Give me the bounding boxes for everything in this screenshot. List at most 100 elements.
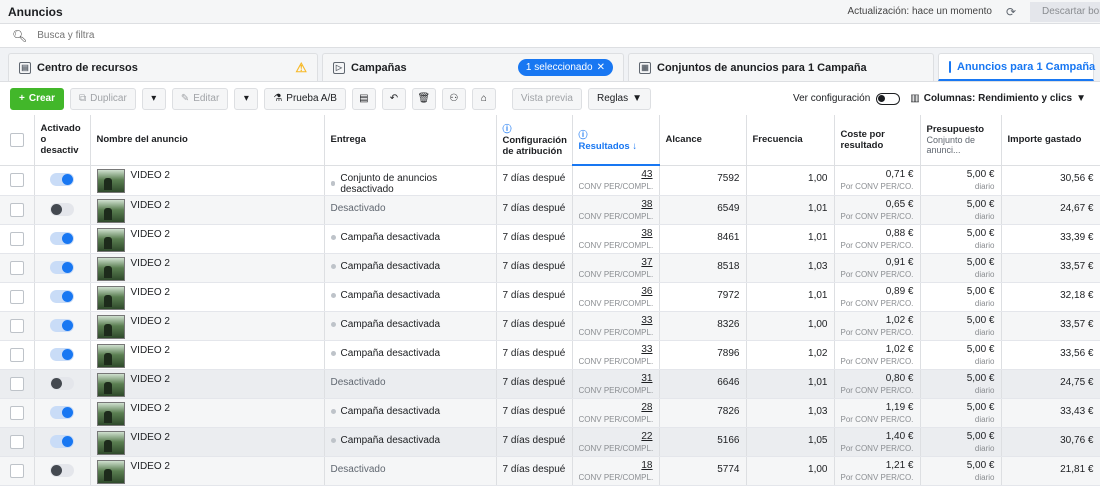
ad-name[interactable]: VIDEO 2 [131,431,170,455]
row-checkbox[interactable] [9,231,24,246]
col-results[interactable]: ⓘ Resultados ↓ [572,115,660,166]
results-value[interactable]: 22 [579,431,652,442]
results-value[interactable]: 37 [579,257,652,268]
ad-thumbnail[interactable] [96,459,125,484]
search-input[interactable] [37,30,438,41]
ad-name[interactable]: VIDEO 2 [131,199,170,223]
status-toggle[interactable] [50,260,74,274]
row-checkbox[interactable] [9,172,24,187]
edit-dropdown[interactable]: ▾ [234,87,259,110]
status-toggle[interactable] [50,318,74,332]
results-value[interactable]: 38 [579,228,652,239]
status-toggle[interactable] [50,376,74,390]
col-reach[interactable]: Alcance [659,115,747,166]
ad-thumbnail[interactable] [96,198,125,223]
clipboard-button[interactable]: ▤ [351,87,376,110]
row-checkbox[interactable] [9,376,24,391]
status-toggle[interactable] [50,202,74,216]
status-toggle[interactable] [50,231,74,245]
results-value[interactable]: 18 [579,460,652,471]
results-value[interactable]: 31 [579,373,652,384]
tab-resources[interactable]: ▤ Centro de recursos ⚠ [8,53,318,81]
status-toggle[interactable] [50,463,74,477]
ad-thumbnail[interactable] [96,343,125,368]
duplicate-button[interactable]: ⧉ Duplicar [69,87,136,110]
status-toggle[interactable] [50,347,74,361]
ad-name[interactable]: VIDEO 2 [131,286,170,310]
status-toggle[interactable] [50,405,74,419]
ad-thumbnail[interactable] [96,227,125,252]
view-config-toggle[interactable] [876,92,901,105]
row-checkbox[interactable] [9,260,24,275]
tab-ads[interactable]: Anuncios para 1 Campaña [938,53,1095,81]
edit-button[interactable]: ✎ Editar [171,87,229,110]
ad-thumbnail[interactable] [96,401,125,426]
row-checkbox[interactable] [9,347,24,362]
ad-thumbnail[interactable] [96,430,125,455]
table-row[interactable]: VIDEO 2 Desactivado 7 días despué... 38CONV… [0,195,1100,225]
row-checkbox[interactable] [9,318,24,333]
results-value[interactable]: 28 [579,402,652,413]
results-value[interactable]: 36 [579,286,652,297]
table-row[interactable]: VIDEO 2 Campaña desactivada 7 días despué.… [0,427,1100,457]
table-row[interactable]: VIDEO 2 Desactivado 7 días despué... 18CONV… [0,456,1100,486]
duplicate-dropdown[interactable]: ▾ [141,87,166,110]
status-toggle[interactable] [50,289,74,303]
results-value[interactable]: 33 [579,315,652,326]
rules-button[interactable]: Reglas ▼ [587,87,652,110]
undo-button[interactable]: ↶ [381,87,406,110]
status-toggle[interactable] [50,172,74,186]
results-value[interactable]: 43 [579,169,652,180]
results-value[interactable]: 33 [579,344,652,355]
row-checkbox[interactable] [9,463,24,478]
col-status[interactable]: Activado o desactiv [34,115,91,166]
close-icon[interactable]: ✕ [597,62,605,73]
delete-button[interactable]: 🗑︎ [411,87,436,110]
table-row[interactable]: VIDEO 2 Conjunto de anuncios desactivado 7… [0,165,1100,196]
ad-name[interactable]: VIDEO 2 [131,315,170,339]
ad-thumbnail[interactable] [96,372,125,397]
tab-adsets[interactable]: ▦ Conjuntos de anuncios para 1 Campaña [628,53,934,81]
ad-thumbnail[interactable] [96,168,125,193]
refresh-icon[interactable]: ⟳ [1000,2,1022,22]
ad-name[interactable]: VIDEO 2 [131,169,170,193]
row-checkbox[interactable] [9,434,24,449]
preview-button[interactable]: Vista previa [511,87,582,110]
table-row[interactable]: VIDEO 2 Campaña desactivada 7 días despué.… [0,398,1100,428]
table-row[interactable]: VIDEO 2 Campaña desactivada 7 días despué.… [0,224,1100,254]
status-toggle[interactable] [50,434,74,448]
discard-button[interactable]: Descartar borr [1030,1,1100,22]
col-frequency[interactable]: Frecuencia [746,115,835,166]
ad-name[interactable]: VIDEO 2 [131,460,170,484]
ad-name[interactable]: VIDEO 2 [131,373,170,397]
col-budget[interactable]: Presupuesto Conjunto de anunci... [920,115,1002,166]
ad-name[interactable]: VIDEO 2 [131,257,170,281]
audience-button[interactable]: ⚇ [441,87,466,110]
select-all-checkbox[interactable] [9,132,24,147]
col-attribution[interactable]: ⓘ Configuración de atribución [496,115,573,166]
table-row[interactable]: VIDEO 2 Campaña desactivada 7 días despué.… [0,282,1100,312]
table-row[interactable]: VIDEO 2 Campaña desactivada 7 días despué.… [0,253,1100,283]
selection-pill[interactable]: 1 seleccionado ✕ [517,59,613,76]
tab-campaigns[interactable]: ▷ Campañas 1 seleccionado ✕ [322,53,624,81]
ad-name[interactable]: VIDEO 2 [131,344,170,368]
ad-name[interactable]: VIDEO 2 [131,402,170,426]
col-spent[interactable]: Importe gastado [1001,115,1100,166]
col-delivery[interactable]: Entrega [324,115,497,166]
table-row[interactable]: VIDEO 2 Campaña desactivada 7 días despué.… [0,340,1100,370]
ab-test-button[interactable]: ⚗ Prueba A/B [264,87,346,110]
columns-button[interactable]: ▥ Columnas: Rendimiento y clics ▼ [906,93,1090,104]
ad-thumbnail[interactable] [96,256,125,281]
results-value[interactable]: 38 [579,199,652,210]
tag-button[interactable]: ⌂ [471,87,496,110]
ad-thumbnail[interactable] [96,314,125,339]
row-checkbox[interactable] [9,405,24,420]
col-name[interactable]: Nombre del anuncio [90,115,325,166]
row-checkbox[interactable] [9,202,24,217]
col-cost[interactable]: Coste por resultado [834,115,921,166]
table-row[interactable]: VIDEO 2 Campaña desactivada 7 días despué.… [0,311,1100,341]
ad-thumbnail[interactable] [96,285,125,310]
table-row[interactable]: VIDEO 2 Desactivado 7 días despué... 31CONV… [0,369,1100,399]
row-checkbox[interactable] [9,289,24,304]
create-button[interactable]: + Crear [10,87,64,110]
